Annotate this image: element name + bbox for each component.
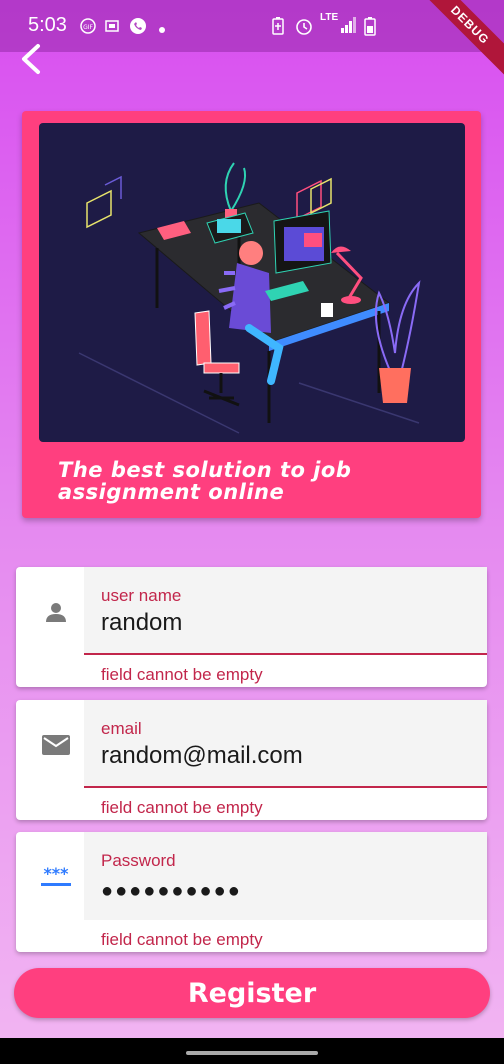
username-field-card: user name random field cannot be empty [16, 567, 487, 687]
dot-icon [158, 21, 166, 39]
status-bar: 5:03 GIF LTE DEBUG [0, 0, 504, 83]
signal-icon [340, 16, 358, 39]
whatsapp-icon [128, 16, 148, 41]
password-label: Password [101, 851, 176, 870]
email-input[interactable]: email random@mail.com [84, 700, 487, 788]
cast-icon [104, 18, 120, 39]
back-button[interactable] [16, 42, 50, 76]
status-time: 5:03 [28, 14, 67, 36]
svg-text:***: *** [43, 865, 69, 883]
debug-banner: DEBUG [412, 0, 504, 83]
navigation-bar [0, 1038, 504, 1064]
lte-icon: LTE [320, 12, 339, 23]
chevron-left-icon [22, 44, 40, 74]
username-input[interactable]: user name random [84, 567, 487, 655]
username-value: random [101, 609, 183, 636]
hero-card: The best solution to job assignment onli… [22, 111, 481, 518]
hero-illustration [39, 123, 465, 442]
email-value: random@mail.com [101, 742, 303, 769]
password-error: field cannot be empty [101, 930, 263, 949]
person-icon [28, 597, 84, 627]
gif-icon: GIF [80, 18, 96, 39]
battery-saver-icon [270, 16, 286, 41]
password-field-card: *** Password ●●●●●●●●●● field cannot be … [16, 832, 487, 952]
svg-text:GIF: GIF [83, 24, 93, 31]
password-icon: *** [28, 862, 84, 892]
register-button[interactable]: Register [14, 968, 490, 1018]
email-error: field cannot be empty [101, 798, 263, 817]
hero-caption: The best solution to job assignment onli… [58, 458, 352, 504]
email-field-card: email random@mail.com field cannot be em… [16, 700, 487, 820]
home-handle[interactable] [186, 1051, 318, 1055]
mail-icon [28, 730, 84, 760]
battery-icon [364, 16, 376, 41]
email-label: email [101, 719, 142, 738]
alarm-icon [294, 16, 314, 41]
username-error: field cannot be empty [101, 665, 263, 684]
username-label: user name [101, 586, 182, 605]
password-value: ●●●●●●●●●● [101, 880, 242, 902]
password-input[interactable]: Password ●●●●●●●●●● [84, 832, 487, 920]
